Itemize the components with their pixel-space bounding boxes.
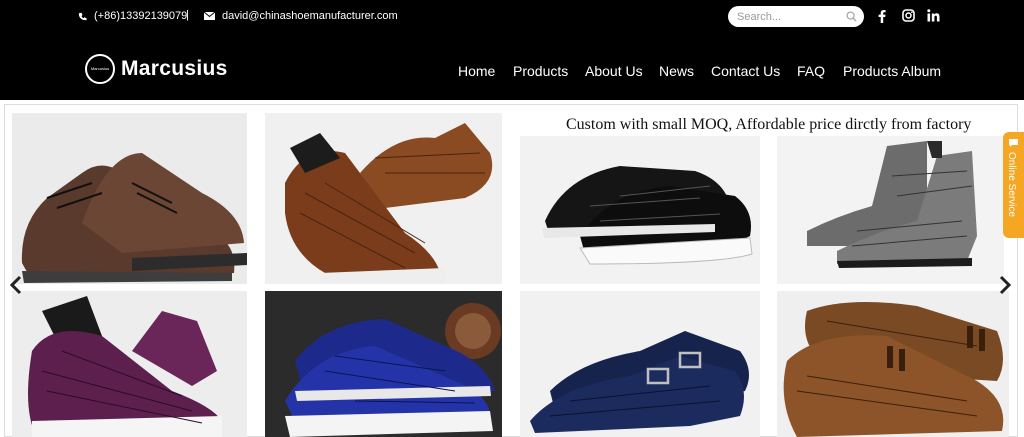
envelope-icon	[204, 12, 215, 20]
contact-separator: |	[186, 9, 189, 21]
slider-prev-arrow-icon[interactable]	[9, 275, 25, 295]
online-service-tab[interactable]: Online Service	[1003, 132, 1024, 238]
email-contact[interactable]: david@chinashoemanufacturer.com	[204, 10, 398, 22]
banner-tile-black-croc-sneakers[interactable]	[520, 136, 760, 284]
nav-products[interactable]: Products	[513, 63, 568, 79]
nav-contact-us[interactable]: Contact Us	[711, 63, 780, 79]
banner-tile-grey-croc-boots[interactable]	[777, 136, 1004, 284]
top-header: (+86)13392139079 | david@chinashoemanufa…	[0, 0, 1024, 100]
logo-emblem-text: Marcusius	[90, 66, 110, 71]
black-croc-sneaker-image	[520, 136, 760, 284]
banner-tile-purple-croc-hightop[interactable]	[12, 291, 247, 437]
brown-croc-hightop-image	[265, 113, 502, 284]
site-logo[interactable]: Marcusius Marcusius	[85, 50, 235, 88]
banner-tagline: Custom with small MOQ, Affordable price …	[566, 116, 972, 133]
instagram-icon[interactable]	[902, 9, 915, 22]
navy-monk-strap-image	[520, 291, 760, 437]
phone-number: (+86)13392139079	[94, 10, 188, 22]
nav-products-album[interactable]: Products Album	[843, 63, 941, 79]
slider-next-arrow-icon[interactable]	[996, 275, 1012, 295]
nav-home[interactable]: Home	[458, 63, 495, 79]
brown-tassel-loafer-image	[777, 291, 1009, 437]
blue-croc-sneaker-image	[265, 291, 502, 437]
banner-tile-navy-monk-strap[interactable]	[520, 291, 760, 437]
facebook-icon[interactable]	[878, 9, 886, 23]
grey-croc-boot-image	[777, 136, 1004, 284]
linkedin-icon[interactable]	[927, 9, 940, 22]
nav-news[interactable]: News	[659, 63, 694, 79]
banner-tile-blue-croc-sneakers[interactable]	[265, 291, 502, 437]
logo-text: Marcusius	[121, 57, 228, 80]
search-icon[interactable]	[846, 11, 857, 22]
brown-sneaker-image	[12, 113, 247, 284]
search-box	[728, 6, 864, 27]
banner-tile-croc-hightop-brown[interactable]	[265, 113, 502, 284]
banner-tile-brown-tassel-loafers[interactable]	[777, 291, 1009, 437]
nav-faq[interactable]: FAQ	[797, 63, 825, 79]
email-address: david@chinashoemanufacturer.com	[222, 10, 398, 22]
nav-about-us[interactable]: About Us	[585, 63, 643, 79]
phone-icon	[78, 12, 87, 20]
phone-contact[interactable]: (+86)13392139079	[78, 10, 187, 22]
online-service-label: Online Service	[1006, 152, 1017, 218]
banner-tile-brown-sneakers[interactable]	[12, 113, 247, 284]
search-input[interactable]	[737, 8, 841, 25]
purple-croc-hightop-image	[12, 291, 247, 437]
chat-bubble-icon	[1009, 139, 1018, 147]
logo-emblem: Marcusius	[85, 54, 115, 84]
